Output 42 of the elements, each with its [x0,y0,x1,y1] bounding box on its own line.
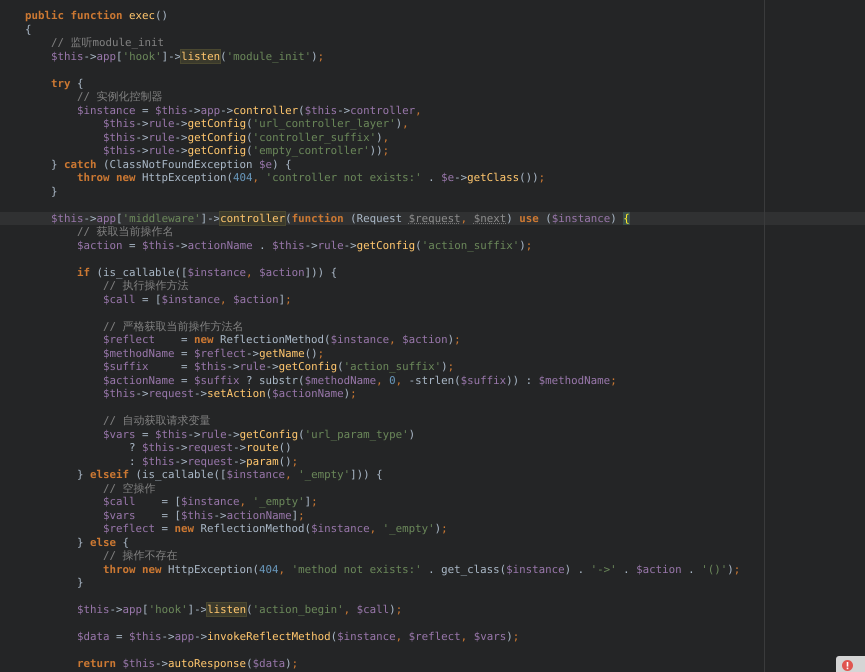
code-line: ? $this->request->route() [128,441,292,454]
code-line: : $this->request->param(); [128,454,298,468]
code-line: } elseif (is_callable([$instance, '_empty'])) { [76,468,383,481]
code-line: $instance = $this->app->controller($this->controller, [76,104,422,116]
code-line: $this->rule->getConfig('controller_suffix'), [102,130,390,144]
code-line: $this->app['hook']->listen('module_init'); [50,50,324,62]
code-line: // 获取当前操作名 [76,225,174,238]
code-line: $actionName = $suffix ? substr($methodName, 0, -strlen($suffix)) : $methodName; [102,374,617,386]
code-line: $call = [$instance, '_empty']; [102,495,318,508]
error-icon [842,660,853,671]
code-line: $this->app['middleware']->controller(function (Request $request, $next) use ($instance) { [50,212,630,224]
code-line: // 自动获取请求变量 [102,414,211,427]
code-line: } [76,576,84,589]
code-line: $methodName = $reflect->getName(); [102,346,324,360]
code-line: // 操作不存在 [102,549,178,562]
code-line: $vars = $this->rule->getConfig('url_param_type') [102,428,416,440]
code-line: return $this->autoResponse($data); [76,657,298,670]
code-line: $reflect = new ReflectionMethod($instance, $action); [102,333,461,346]
code-line: throw new HttpException(404, 'controller not exists:' . $e->getClass()); [76,171,546,184]
code-line: if (is_callable([$instance, $action])) { [76,266,338,278]
code-line: $this->app['hook']->listen('action_begin', $call); [76,603,402,616]
code-line: $this->rule->getConfig('url_controller_layer'), [102,117,409,130]
code-line: $action = $this->actionName . $this->rule->getConfig('action_suffix'); [76,238,532,252]
code-line: // 监听module_init [50,36,164,49]
code-line: $suffix = $this->rule->getConfig('action_suffix'); [102,360,454,373]
code-line: // 实例化控制器 [76,90,163,103]
code-line: } catch (ClassNotFoundException $e) { [50,158,292,170]
code-line: $data = $this->app->invokeReflectMethod($instance, $reflect, $vars); [76,630,520,643]
code-line: // 空操作 [102,482,156,494]
code-line: // 严格获取当前操作方法名 [102,320,244,332]
code-line: throw new HttpException(404, 'method not exists:' . get_class($instance) . '->' . $action . '()'); [102,562,740,576]
code-line: $this->rule->getConfig('empty_controller')); [102,144,390,157]
code-line: } else { [76,536,130,548]
code-line: $reflect = new ReflectionMethod($instance, '_empty'); [102,522,448,535]
code-line: public function exec() [25,9,168,22]
code-line: // 执行操作方法 [102,279,189,292]
code-line: try { [50,76,84,90]
code-line: } [50,184,58,198]
code-line: $call = [$instance, $action]; [102,292,292,306]
code-line: $vars = [$this->actionName]; [102,508,305,522]
code-line: $this->request->setAction($actionName); [102,387,357,400]
code-line: { [25,22,32,36]
